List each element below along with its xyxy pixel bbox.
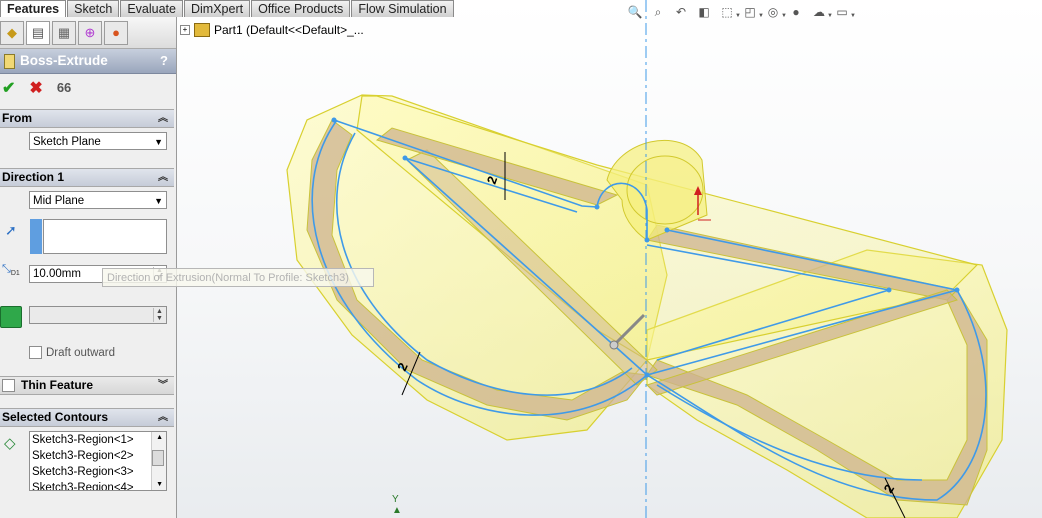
scrollbar-thumb[interactable] <box>152 450 164 466</box>
draft-on-off-icon[interactable] <box>0 306 22 328</box>
triad-axis-label: Y <box>392 494 399 505</box>
display-manager-icon: ● <box>112 25 120 40</box>
list-item[interactable]: Sketch3-Region<1> <box>30 432 166 448</box>
part-icon <box>194 23 210 37</box>
thin-feature-section-header[interactable]: Thin Feature ︾ <box>0 376 174 395</box>
zoom-area-icon[interactable]: ⌕ <box>649 3 667 21</box>
depth-dimension-icon: ⤡D1 <box>2 263 20 278</box>
hide-show-icon[interactable]: ◎ ▼ <box>764 3 787 21</box>
from-section-label: From <box>2 111 32 125</box>
apply-scene-icon[interactable]: ☁ ▼ <box>810 3 833 21</box>
draft-angle-input: ▲ ▼ <box>29 306 167 324</box>
feature-manager-tab[interactable]: ◆ <box>0 20 24 45</box>
selected-contours-section-header[interactable]: Selected Contours ︽ <box>0 408 174 427</box>
direction1-section-header[interactable]: Direction 1 ︽ <box>0 168 174 187</box>
command-manager-tabs: Features Sketch Evaluate DimXpert Office… <box>0 0 455 17</box>
graphics-area[interactable]: 2 2 2 + Part1 (Default<<Default>_... 🔍 ⌕… <box>177 0 1042 518</box>
tab-office-products[interactable]: Office Products <box>251 0 351 17</box>
expand-chevron-icon: ︾ <box>158 380 168 391</box>
triad-arrow-icon: ▲ <box>392 505 402 516</box>
selected-contours-label: Selected Contours <box>2 410 109 424</box>
tab-evaluate[interactable]: Evaluate <box>120 0 183 17</box>
collapse-chevron-icon: ︽ <box>158 412 168 423</box>
tab-flow-simulation[interactable]: Flow Simulation <box>351 0 454 17</box>
property-manager-tab[interactable]: ▤ <box>26 20 50 45</box>
edit-appearance-icon[interactable]: ● <box>787 3 805 21</box>
extrude-preview-model: 2 2 2 <box>286 0 1008 518</box>
collapse-chevron-icon: ︽ <box>158 172 168 183</box>
selected-contours-list[interactable]: Sketch3-Region<1> Sketch3-Region<2> Sket… <box>29 431 167 491</box>
tab-features[interactable]: Features <box>0 0 67 17</box>
configuration-icon: ▦ <box>57 24 71 40</box>
action-buttons: ✔ ✖ 66 <box>0 74 176 101</box>
feature-tree-icon: ◆ <box>7 24 17 40</box>
from-section-header[interactable]: From ︽ <box>0 109 174 128</box>
view-orientation-icon[interactable]: ⬚ ▼ <box>718 3 741 21</box>
section-view-icon[interactable]: ◧ <box>695 3 713 21</box>
dimxpert-icon: ⊕ <box>84 24 96 40</box>
tab-sketch[interactable]: Sketch <box>67 0 120 17</box>
display-style-icon[interactable]: ◰ ▼ <box>741 3 764 21</box>
property-manager-icon: ▤ <box>31 24 45 40</box>
glasses-icon: 66 <box>56 80 72 95</box>
display-manager-tab[interactable]: ● <box>104 20 128 45</box>
feature-icon <box>4 53 15 69</box>
property-manager-title-bar: Boss-Extrude ? <box>0 49 176 74</box>
from-condition-value: Sketch Plane <box>33 136 101 148</box>
direction-of-extrusion-box[interactable] <box>43 219 167 254</box>
checkbox-box <box>29 346 42 359</box>
tab-dimxpert[interactable]: DimXpert <box>183 0 251 17</box>
collapse-chevron-icon: ︽ <box>158 113 168 124</box>
cancel-button[interactable]: ✖ <box>29 78 42 98</box>
dimxpert-manager-tab[interactable]: ⊕ <box>78 20 102 45</box>
thin-feature-label: Thin Feature <box>21 378 94 392</box>
zoom-to-fit-icon[interactable]: 🔍 <box>626 3 644 21</box>
direction-arrow-icon: ➚ <box>5 222 17 238</box>
spin-arrows-icon: ▲ ▼ <box>153 308 165 322</box>
scroll-down-icon[interactable]: ▼ <box>156 481 163 488</box>
contour-icon: ◇ <box>4 435 16 452</box>
reference-triad: Y ▲ <box>392 494 402 516</box>
chevron-down-icon: ▼ <box>154 137 163 147</box>
property-manager-title: Boss-Extrude <box>20 53 108 68</box>
feature-tree-flyout[interactable]: + Part1 (Default<<Default>_... <box>180 23 364 37</box>
direction-selection-indicator <box>30 219 42 254</box>
thin-feature-checkbox[interactable]: Thin Feature <box>2 377 93 394</box>
list-item[interactable]: Sketch3-Region<2> <box>30 448 166 464</box>
previous-view-icon[interactable]: ↶ <box>672 3 690 21</box>
help-button[interactable]: ? <box>160 49 168 73</box>
draft-outward-checkbox[interactable]: Draft outward <box>29 346 115 359</box>
direction1-section-label: Direction 1 <box>2 170 65 184</box>
part-name[interactable]: Part1 (Default<<Default>_... <box>214 23 364 37</box>
end-condition-dropdown[interactable]: Mid Plane ▼ <box>29 191 167 209</box>
view-settings-icon[interactable]: ▭ ▼ <box>833 3 856 21</box>
depth-value: 10.00mm <box>33 268 81 280</box>
end-condition-value: Mid Plane <box>33 195 85 207</box>
direction-tooltip: Direction of Extrusion(Normal To Profile… <box>102 268 374 287</box>
from-condition-dropdown[interactable]: Sketch Plane ▼ <box>29 132 167 150</box>
manager-tabs: ◆ ▤ ▦ ⊕ ● <box>0 17 176 49</box>
ok-button[interactable]: ✔ <box>2 78 15 98</box>
expand-icon[interactable]: + <box>180 25 190 35</box>
draft-outward-label: Draft outward <box>46 346 116 359</box>
x-icon: ✖ <box>29 79 43 97</box>
checkbox-box <box>2 379 15 392</box>
heads-up-view-toolbar: 🔍 ⌕ ↶ ◧ ⬚ ▼ ◰ ▼ ◎ ▼ ● ☁ ▼ ▭ ▼ <box>626 3 856 21</box>
list-item[interactable]: Sketch3-Region<4> <box>30 480 166 490</box>
scroll-up-icon[interactable]: ▲ <box>156 434 163 441</box>
check-icon: ✔ <box>2 79 16 97</box>
dropdown-arrow-icon: ▼ <box>850 13 856 19</box>
detailed-preview-button[interactable]: 66 <box>57 80 71 95</box>
list-item[interactable]: Sketch3-Region<3> <box>30 464 166 480</box>
configuration-manager-tab[interactable]: ▦ <box>52 20 76 45</box>
chevron-down-icon: ▼ <box>154 196 163 206</box>
